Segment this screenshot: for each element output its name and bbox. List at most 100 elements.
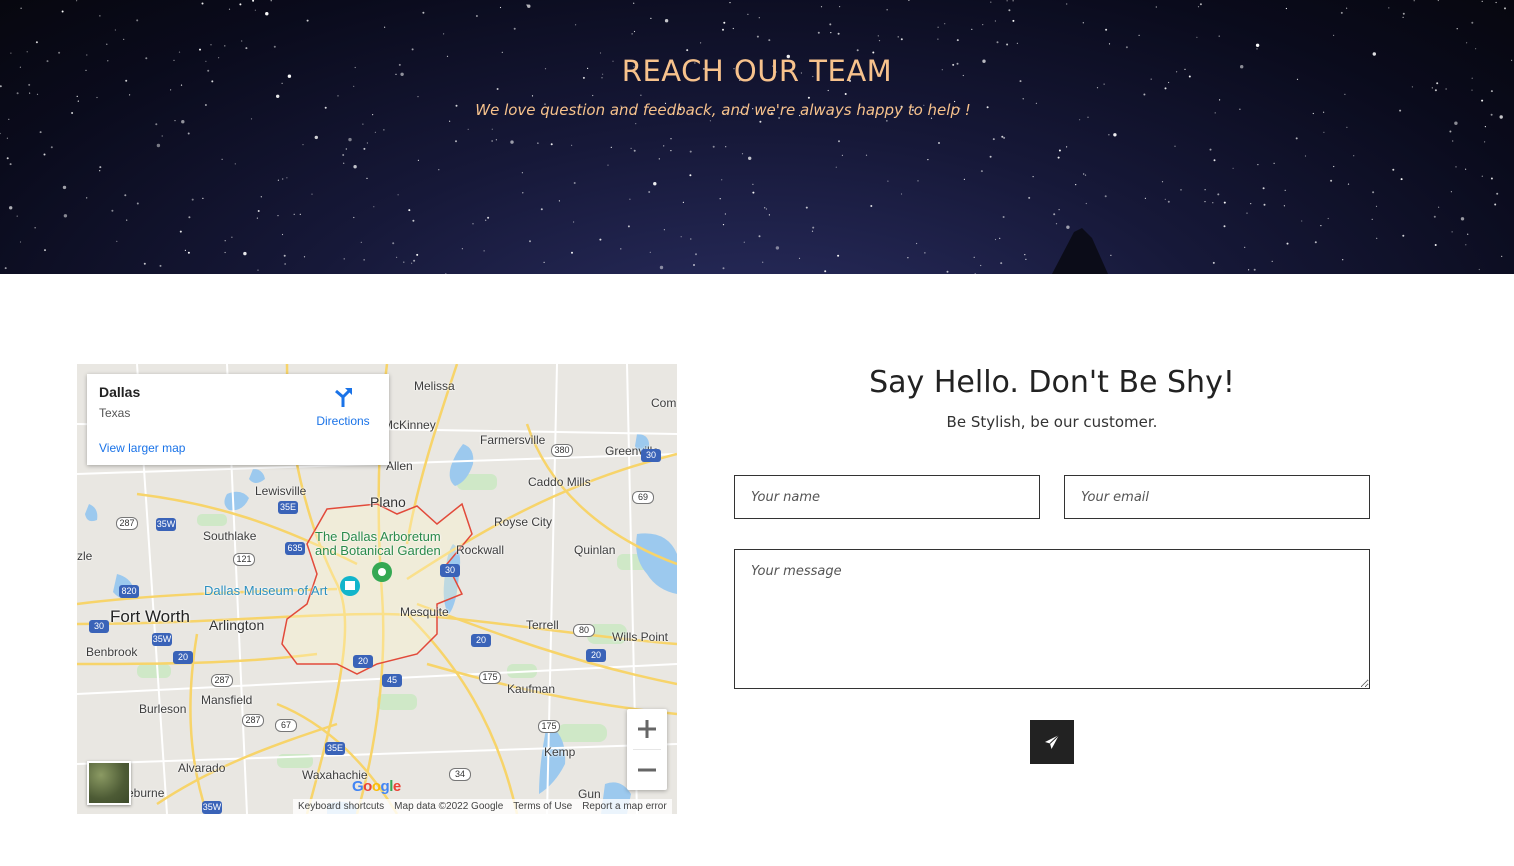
send-button[interactable] xyxy=(1030,720,1074,764)
star xyxy=(277,179,279,181)
star xyxy=(156,143,161,148)
star xyxy=(1295,137,1298,140)
star xyxy=(1320,225,1322,227)
star xyxy=(1066,3,1068,5)
star xyxy=(1008,9,1011,12)
star xyxy=(6,157,9,160)
directions-button[interactable]: Directions xyxy=(313,386,373,428)
star xyxy=(392,242,395,245)
star xyxy=(599,238,602,241)
star xyxy=(752,183,754,185)
star xyxy=(1451,231,1453,233)
star xyxy=(1347,183,1350,185)
star xyxy=(543,261,545,263)
star xyxy=(924,252,926,254)
view-larger-map-link[interactable]: View larger map xyxy=(99,441,185,455)
contact-form-title: Say Hello. Don't Be Shy! xyxy=(869,365,1235,400)
zoom-in-button[interactable] xyxy=(627,709,667,749)
star xyxy=(689,150,692,153)
satellite-view-toggle[interactable] xyxy=(87,761,131,805)
star xyxy=(1481,99,1484,102)
star xyxy=(403,261,405,263)
star xyxy=(1496,192,1499,195)
star xyxy=(366,142,368,144)
star xyxy=(4,267,7,270)
star xyxy=(284,263,286,265)
star xyxy=(366,177,368,179)
star xyxy=(1465,244,1467,246)
star xyxy=(254,9,256,11)
highway-shield: 35W xyxy=(202,801,222,814)
map-label-dallas-museum-of-art[interactable]: Dallas Museum of Art xyxy=(204,583,328,598)
name-input[interactable] xyxy=(734,475,1040,519)
star xyxy=(811,230,814,232)
star xyxy=(61,10,64,13)
star xyxy=(44,249,46,252)
star xyxy=(265,12,269,16)
star xyxy=(257,269,259,271)
star xyxy=(283,254,286,257)
star xyxy=(620,248,622,250)
star xyxy=(26,51,28,53)
star xyxy=(1342,259,1344,261)
star xyxy=(956,39,959,42)
star xyxy=(870,205,873,207)
star xyxy=(181,120,185,124)
star xyxy=(878,40,881,42)
star xyxy=(1022,98,1024,100)
star xyxy=(408,209,411,212)
star xyxy=(844,93,847,95)
star xyxy=(748,156,752,160)
keyboard-shortcuts-link[interactable]: Keyboard shortcuts xyxy=(293,801,389,812)
star xyxy=(363,259,365,261)
star xyxy=(1167,200,1170,203)
star xyxy=(1003,136,1006,139)
star xyxy=(422,11,425,14)
star xyxy=(1286,242,1289,245)
star xyxy=(383,129,385,131)
star xyxy=(445,273,447,274)
star xyxy=(302,144,304,146)
star xyxy=(417,96,419,98)
star xyxy=(759,120,762,123)
star xyxy=(693,264,695,266)
star xyxy=(1445,88,1447,90)
star xyxy=(161,135,163,137)
star xyxy=(571,251,573,254)
star xyxy=(1371,218,1373,220)
zoom-out-button[interactable] xyxy=(627,750,667,790)
message-textarea[interactable] xyxy=(734,549,1370,689)
map-label-arboretum[interactable]: The Dallas Arboretum and Botanical Garde… xyxy=(315,530,441,558)
hero-banner: REACH OUR TEAM We love question and feed… xyxy=(0,0,1514,274)
star xyxy=(653,182,657,186)
star xyxy=(540,208,543,211)
email-input[interactable] xyxy=(1064,475,1370,519)
star xyxy=(224,45,226,47)
star xyxy=(384,26,386,28)
report-map-error-link[interactable]: Report a map error xyxy=(577,801,671,812)
star xyxy=(897,36,899,38)
star xyxy=(311,193,313,195)
star xyxy=(1323,131,1325,133)
star xyxy=(839,6,841,8)
star xyxy=(1504,7,1506,10)
star xyxy=(627,225,630,228)
star xyxy=(1333,34,1335,37)
star xyxy=(648,191,651,193)
star xyxy=(732,27,734,30)
star xyxy=(1330,179,1333,182)
google-map[interactable]: Melissa Com McKinney Farmersville Greenv… xyxy=(77,364,677,814)
star xyxy=(343,162,345,164)
paper-plane-icon xyxy=(1045,734,1060,749)
star xyxy=(841,154,844,156)
star xyxy=(700,42,702,44)
star xyxy=(1218,35,1220,37)
terms-of-use-link[interactable]: Terms of Use xyxy=(508,801,577,812)
star xyxy=(663,145,665,147)
star xyxy=(136,202,139,205)
star xyxy=(973,256,975,258)
star xyxy=(491,128,493,130)
star xyxy=(1402,12,1405,15)
star xyxy=(16,215,18,217)
star xyxy=(722,224,725,226)
